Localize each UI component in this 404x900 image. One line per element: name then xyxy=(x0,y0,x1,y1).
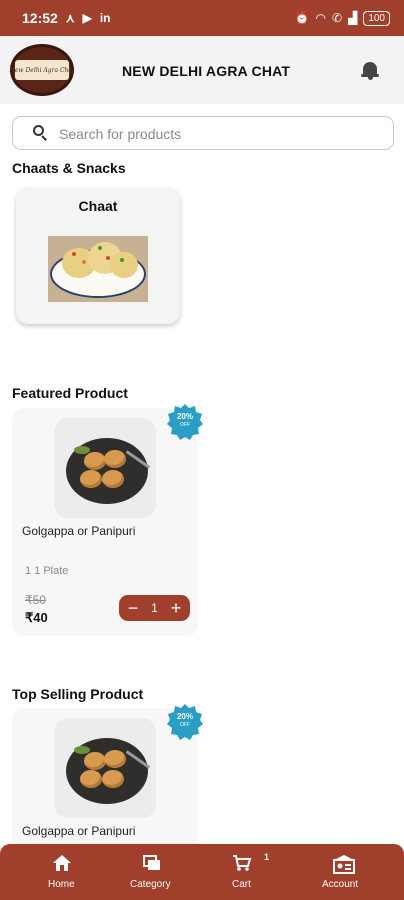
product-image xyxy=(54,718,156,818)
nav-item-account[interactable]: Account xyxy=(316,844,374,900)
search-input[interactable] xyxy=(59,123,379,145)
discount-badge: 20% OFF xyxy=(167,704,203,740)
signal-icon: ▟ xyxy=(348,11,358,25)
product-image xyxy=(54,418,156,518)
product-name: Golgappa or Panipuri xyxy=(22,524,136,538)
product-old-price: ₹50 xyxy=(25,593,46,607)
missed-call-icon: ⋏ xyxy=(65,11,75,25)
brand-logo[interactable]: New Delhi Agra Chat xyxy=(10,44,74,96)
home-icon xyxy=(53,855,71,871)
logo-text: New Delhi Agra Chat xyxy=(10,60,74,80)
wifi-call-icon: ✆ xyxy=(332,11,343,25)
discount-percent: 20% xyxy=(176,412,193,421)
nav-label-home: Home xyxy=(48,879,75,890)
product-unit: 1 1 Plate xyxy=(25,565,69,577)
app-title: NEW DELHI AGRA CHAT xyxy=(122,63,291,79)
discount-off: OFF xyxy=(180,722,190,728)
app-header: New Delhi Agra Chat NEW DELHI AGRA CHAT xyxy=(0,36,404,104)
category-label: Chaat xyxy=(78,198,118,214)
product-name: Golgappa or Panipuri xyxy=(22,824,136,838)
linkedin-icon: in xyxy=(99,11,111,25)
battery-indicator: 100 xyxy=(363,10,390,26)
cart-count-badge: 1 xyxy=(264,852,270,862)
notification-bell-icon[interactable] xyxy=(361,60,379,80)
top-selling-product-card[interactable]: 20% OFF Golgappa or Panipuri xyxy=(12,704,203,858)
status-bar: 12:52 ⋏ ▶ in ⏰ ◠ ✆ ▟ 100 xyxy=(0,0,404,36)
section-title-categories: Chaats & Snacks xyxy=(12,160,126,176)
bottom-navigation: Home Category 1 Cart Account xyxy=(0,844,404,900)
category-icon xyxy=(143,855,160,870)
discount-percent: 20% xyxy=(176,712,193,721)
nav-item-cart[interactable]: 1 Cart xyxy=(222,844,272,900)
quantity-stepper: − 1 + xyxy=(119,595,190,621)
discount-badge: 20% OFF xyxy=(167,404,203,440)
discount-off: OFF xyxy=(180,422,190,428)
section-title-top-selling: Top Selling Product xyxy=(12,686,144,702)
increment-button[interactable]: + xyxy=(168,599,184,617)
account-icon xyxy=(333,855,355,874)
product-price: ₹40 xyxy=(25,610,48,625)
nav-label-cart: Cart xyxy=(232,879,251,890)
status-time: 12:52 xyxy=(22,10,58,26)
cart-icon xyxy=(233,855,252,871)
featured-product-card[interactable]: 20% OFF Golgappa or Panipuri 1 1 Plate ₹5… xyxy=(12,404,203,636)
nav-label-category: Category xyxy=(130,879,171,890)
wifi-icon: ◠ xyxy=(315,11,327,25)
nav-item-category[interactable]: Category xyxy=(124,844,184,900)
section-title-featured: Featured Product xyxy=(12,385,128,401)
category-card-chaat[interactable]: Chaat xyxy=(16,188,180,324)
decrement-button[interactable]: − xyxy=(125,599,141,617)
quantity-value: 1 xyxy=(151,601,158,615)
nav-label-account: Account xyxy=(322,879,359,890)
alarm-icon: ⏰ xyxy=(294,11,310,25)
nav-item-home[interactable]: Home xyxy=(36,844,88,900)
category-image xyxy=(48,236,148,302)
search-icon xyxy=(33,125,49,141)
youtube-icon: ▶ xyxy=(82,11,92,25)
search-bar[interactable] xyxy=(12,116,394,150)
